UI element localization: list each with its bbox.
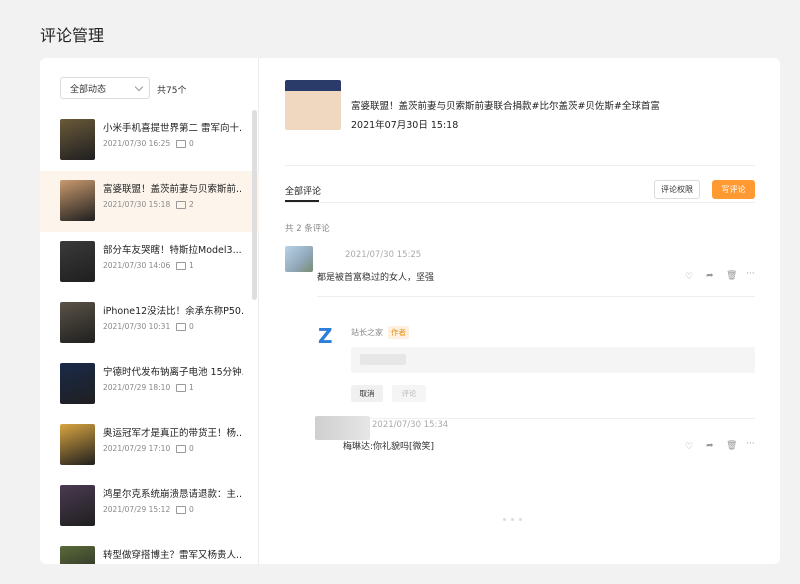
author-badge: 作者: [388, 326, 409, 339]
article-date: 2021/07/30 15:18: [103, 200, 171, 209]
article-title: iPhone12没法比！余承东称P50...: [103, 306, 243, 317]
comment-date: 2021/07/30 15:25: [345, 250, 422, 260]
like-icon[interactable]: ♡: [685, 272, 693, 282]
article-thumbnail: [60, 424, 95, 465]
comment-count: 0: [189, 322, 194, 331]
filter-select[interactable]: 全部动态: [60, 77, 150, 99]
list-item[interactable]: 宁德时代发布钠离子电池 15分钟... 2021/07/29 18:10 1: [40, 354, 259, 415]
article-date: 2021/07/29 18:10: [103, 383, 171, 392]
article-title: 宁德时代发布钠离子电池 15分钟...: [103, 367, 243, 378]
article-thumbnail: [60, 302, 95, 343]
page-title: 评论管理: [40, 26, 105, 45]
filter-select-value: 全部动态: [70, 85, 107, 95]
comment-count: 1: [189, 261, 194, 270]
more-icon[interactable]: ···: [746, 269, 755, 279]
list-item[interactable]: iPhone12没法比！余承东称P50... 2021/07/30 10:31 …: [40, 293, 259, 354]
list-item[interactable]: 部分车友哭瞎！特斯拉Model3... 2021/07/30 14:06 1: [40, 232, 259, 293]
article-list: 小米手机喜提世界第二 雷军向十... 2021/07/30 16:25 0 富婆…: [40, 110, 259, 564]
share-icon[interactable]: ➦: [706, 441, 714, 451]
comment-count: 0: [189, 139, 194, 148]
detail-date: 2021年07月30日 15:18: [351, 120, 459, 131]
comment-icon: [176, 506, 186, 514]
delete-icon[interactable]: 🗑: [726, 271, 737, 281]
total-count: 共75个: [157, 86, 187, 96]
article-title: 小米手机喜提世界第二 雷军向十...: [103, 123, 243, 134]
main-card: 全部动态 共75个 小米手机喜提世界第二 雷军向十... 2021/07/30 …: [40, 58, 780, 564]
comment-count: 2: [189, 200, 194, 209]
comment-count: 0: [189, 505, 194, 514]
comment-date: 2021/07/30 15:34: [372, 420, 449, 430]
comment-count-label: 共 2 条评论: [285, 224, 330, 234]
article-thumbnail: [60, 485, 95, 526]
reply-input[interactable]: [351, 347, 755, 373]
article-date: 2021/07/30 14:06: [103, 261, 171, 270]
article-date: 2021/07/30 10:31: [103, 322, 171, 331]
reply-author: 站长之家: [351, 328, 383, 337]
submit-comment-button[interactable]: 评论: [392, 385, 426, 402]
article-date: 2021/07/29 15:12: [103, 505, 171, 514]
tab-all-comments[interactable]: 全部评论: [285, 184, 321, 197]
article-title: 富婆联盟！盖茨前妻与贝索斯前...: [103, 184, 243, 195]
comment-text: 都是被首富稳过的女人，坚强: [317, 273, 435, 283]
comment-icon: [176, 384, 186, 392]
divider: [285, 165, 755, 166]
list-item[interactable]: 转型做穿搭博主？雷军又杨贵人...: [40, 537, 259, 564]
list-item[interactable]: 小米手机喜提世界第二 雷军向十... 2021/07/30 16:25 0: [40, 110, 259, 171]
list-item[interactable]: 鸿星尔克系统崩溃恳请退款：主... 2021/07/29 15:12 0: [40, 476, 259, 537]
loading-indicator: [503, 506, 533, 521]
article-title: 部分车友哭瞎！特斯拉Model3...: [103, 245, 242, 256]
divider: [285, 202, 755, 203]
share-icon[interactable]: ➦: [706, 271, 714, 281]
comment-count: 1: [189, 383, 194, 392]
comment-count: 0: [189, 444, 194, 453]
delete-icon[interactable]: 🗑: [726, 441, 737, 451]
avatar: [285, 246, 313, 272]
comment-icon: [176, 262, 186, 270]
comment-icon: [176, 323, 186, 331]
comment-text: 梅琳达:你礼貌吗[微笑]: [343, 442, 435, 452]
article-thumbnail: [60, 363, 95, 404]
article-title: 鸿星尔克系统崩溃恳请退款：主...: [103, 489, 243, 500]
more-icon[interactable]: ···: [746, 439, 755, 449]
comment-icon: [176, 140, 186, 148]
detail-title: 富婆联盟！盖茨前妻与贝索斯前妻联合捐款#比尔盖茨#贝佐斯#全球首富: [351, 101, 660, 112]
site-logo-icon: Z: [318, 324, 333, 348]
comment-permission-button[interactable]: 评论权限: [654, 180, 700, 199]
list-item[interactable]: 富婆联盟！盖茨前妻与贝索斯前... 2021/07/30 15:18 2: [40, 171, 259, 232]
article-list-panel: 全部动态 共75个 小米手机喜提世界第二 雷军向十... 2021/07/30 …: [40, 58, 259, 564]
list-scrollbar[interactable]: [252, 110, 257, 300]
list-item[interactable]: 奥运冠军才是真正的带货王！杨... 2021/07/29 17:10 0: [40, 415, 259, 476]
article-thumbnail: [60, 241, 95, 282]
reply-input-content: [360, 354, 406, 365]
comment-detail-panel: 富婆联盟！盖茨前妻与贝索斯前妻联合捐款#比尔盖茨#贝佐斯#全球首富 2021年0…: [260, 58, 780, 564]
like-icon[interactable]: ♡: [685, 442, 693, 452]
comment-icon: [176, 445, 186, 453]
comment-icon: [176, 201, 186, 209]
article-title: 奥运冠军才是真正的带货王！杨...: [103, 428, 243, 439]
article-title: 转型做穿搭博主？雷军又杨贵人...: [103, 550, 243, 561]
write-comment-button[interactable]: 写评论: [712, 180, 755, 199]
article-thumbnail: [60, 180, 95, 221]
article-thumbnail: [60, 546, 95, 564]
detail-thumbnail: [285, 80, 341, 130]
avatar: [315, 416, 370, 440]
article-date: 2021/07/29 17:10: [103, 444, 171, 453]
article-thumbnail: [60, 119, 95, 160]
cancel-button[interactable]: 取消: [351, 385, 383, 402]
article-date: 2021/07/30 16:25: [103, 139, 171, 148]
divider: [317, 418, 755, 419]
chevron-down-icon: [134, 82, 144, 92]
divider: [317, 296, 755, 297]
